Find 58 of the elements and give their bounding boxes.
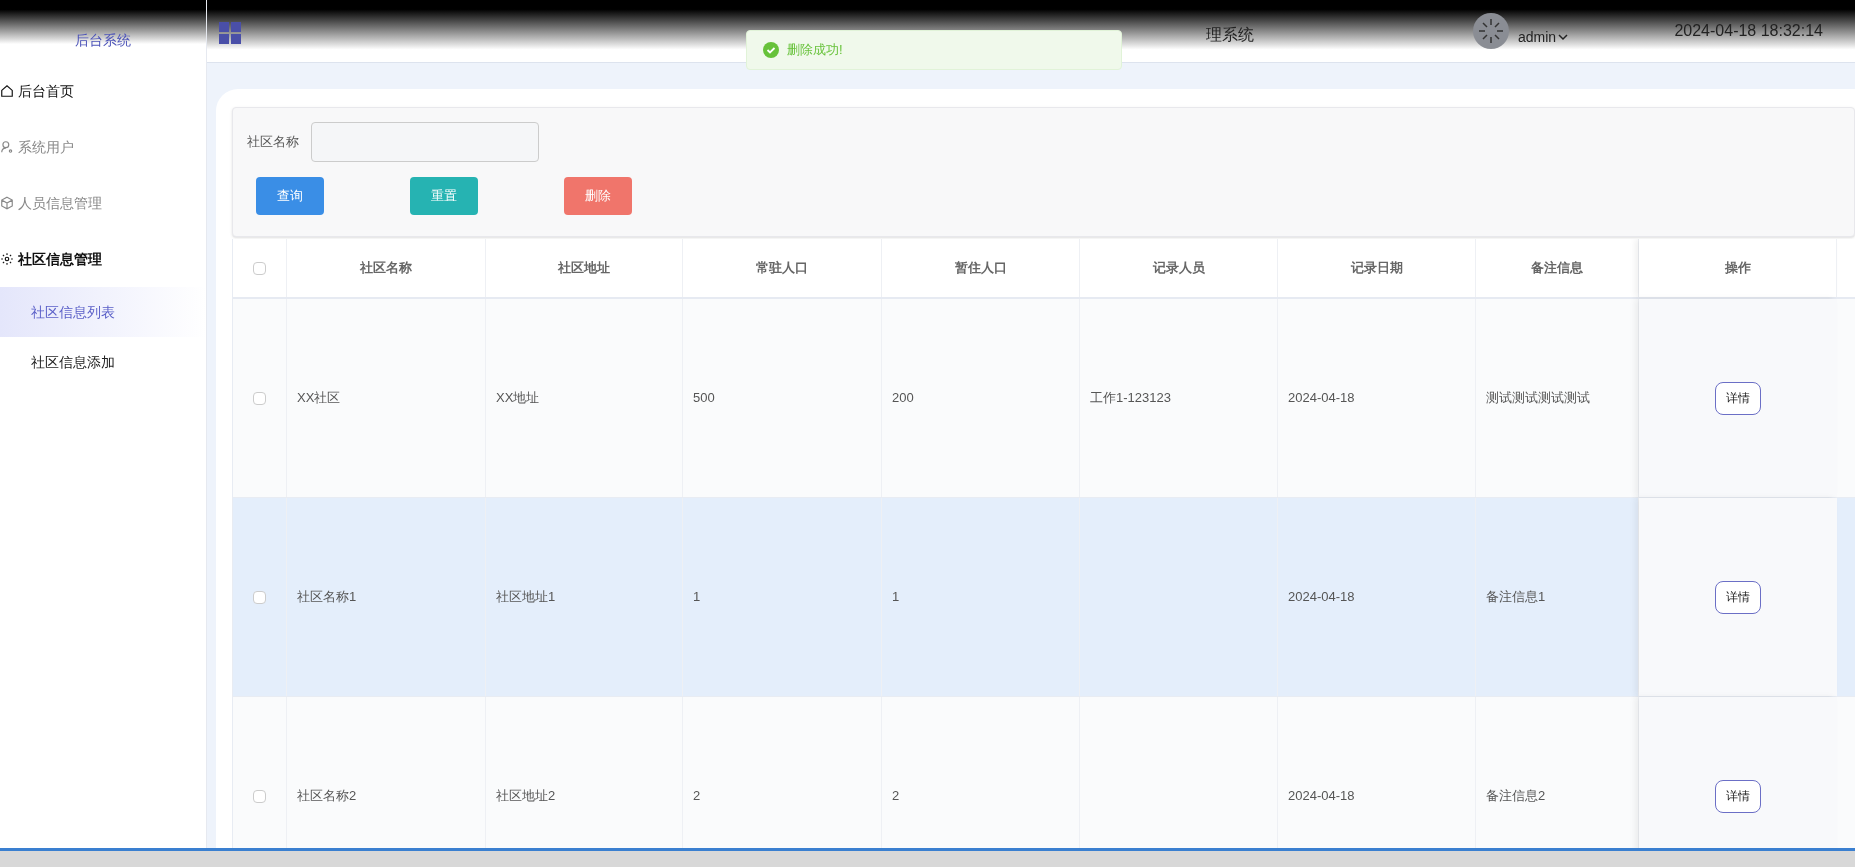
sidebar-item[interactable]: 人员信息管理 xyxy=(0,175,206,231)
sidebar-item[interactable]: 后台首页 xyxy=(0,63,206,119)
table-cell-text: XX地址 xyxy=(496,389,540,408)
column-header: 社区地址 xyxy=(486,239,683,297)
field-label: 社区名称 xyxy=(247,133,299,152)
details-button[interactable]: 详情 xyxy=(1715,580,1761,614)
table-cell-text: 测试测试测试测试 xyxy=(1486,389,1590,408)
column-header: 常驻人口 xyxy=(683,239,882,297)
cube-icon xyxy=(0,196,14,210)
row-checkbox[interactable] xyxy=(253,789,266,803)
column-header: 操作 xyxy=(1639,239,1837,297)
avatar-icon[interactable] xyxy=(1472,12,1510,50)
table-cell-text: 2 xyxy=(892,787,900,806)
table-cell-text: 2024-04-18 xyxy=(1288,389,1355,408)
community-name-field[interactable] xyxy=(311,122,539,162)
table-cell-text: 社区名称2 xyxy=(297,787,357,806)
user-icon xyxy=(0,140,14,154)
table-cell-text: 200 xyxy=(892,389,914,408)
sidebar-subitem[interactable]: 社区信息添加 xyxy=(0,337,206,387)
menu-grid-icon[interactable] xyxy=(219,22,241,44)
table-cell-text: XX社区 xyxy=(297,389,341,408)
horizontal-scrollbar[interactable] xyxy=(0,848,1855,867)
datetime: 2024-04-18 18:32:14 xyxy=(1674,21,1823,41)
details-button[interactable]: 详情 xyxy=(1715,381,1761,415)
table-cell-text: 1 xyxy=(693,588,701,607)
table-row[interactable]: 社区名称1 社区地址1 1 1 2024-04-18 备注信息1 详情 xyxy=(233,498,1855,697)
column-header: 暂住人口 xyxy=(882,239,1080,297)
table-cell-text: 社区地址2 xyxy=(496,787,556,806)
row-checkbox[interactable] xyxy=(253,590,266,604)
column-header: 记录日期 xyxy=(1278,239,1476,297)
table-cell-text: 2024-04-18 xyxy=(1288,787,1355,806)
user-menu[interactable]: admin xyxy=(1518,26,1569,48)
app-title: 后台系统 xyxy=(75,31,131,50)
table-cell-text: 1 xyxy=(892,588,900,607)
table-row[interactable]: XX社区 XX地址 500 200 工作1-123123 2024-04-18 测试测试测试测试 详情 xyxy=(233,299,1855,498)
sidebar-item[interactable]: 系统用户 xyxy=(0,119,206,175)
table-cell-text: 社区地址1 xyxy=(496,588,556,607)
table-cell-text: 500 xyxy=(693,389,715,408)
column-header: 备注信息 xyxy=(1476,239,1639,297)
row-checkbox[interactable] xyxy=(253,391,266,405)
page-title: 理系统 xyxy=(1206,25,1254,45)
table-cell-text: 2 xyxy=(693,787,701,806)
check-circle-icon xyxy=(763,42,779,58)
table-cell-text: 备注信息1 xyxy=(1486,588,1546,607)
chevron-down-icon xyxy=(1558,33,1569,41)
home-icon xyxy=(0,84,14,98)
settings-icon xyxy=(0,252,14,266)
table-cell-text: 2024-04-18 xyxy=(1288,588,1355,607)
table-row[interactable]: 社区名称2 社区地址2 2 2 2024-04-18 备注信息2 详情 xyxy=(233,697,1855,848)
column-header: 记录人员 xyxy=(1080,239,1278,297)
table-cell-text: 工作1-123123 xyxy=(1090,389,1171,408)
table-cell-text: 备注信息2 xyxy=(1486,787,1546,806)
table-cell-text: 社区名称1 xyxy=(297,588,357,607)
success-toast: 删除成功! xyxy=(746,30,1122,70)
column-header: 社区名称 xyxy=(287,239,486,297)
sidebar-item[interactable]: 社区信息管理 xyxy=(0,231,206,287)
select-all-checkbox[interactable] xyxy=(253,261,266,275)
details-button[interactable]: 详情 xyxy=(1715,779,1761,813)
